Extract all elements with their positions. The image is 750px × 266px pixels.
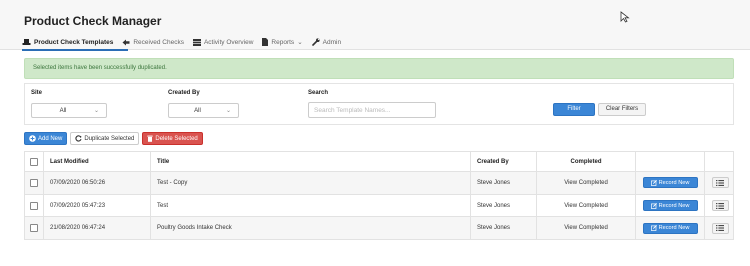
list-icon xyxy=(716,179,724,186)
record-new-button[interactable]: Record New xyxy=(642,200,698,212)
view-completed-link[interactable]: View Completed xyxy=(537,194,636,217)
edit-icon xyxy=(650,179,657,186)
cell-last-modified: 07/09/2020 05:47:23 xyxy=(44,194,151,217)
menu-cell xyxy=(705,172,735,194)
nav-product-check-templates[interactable]: Product Check Templates xyxy=(22,38,113,46)
templates-table: Last Modified Title Created By Completed… xyxy=(24,151,735,241)
nav-label: Product Check Templates xyxy=(34,38,114,46)
table-row: 07/09/2020 06:50:26 Test - Copy Steve Jo… xyxy=(25,172,733,195)
delete-selected-button[interactable]: Delete Selected xyxy=(142,132,203,145)
created-by-select-value: All xyxy=(194,108,201,114)
trash-icon xyxy=(147,135,154,142)
menu-cell xyxy=(705,217,735,239)
site-label: Site xyxy=(31,90,43,96)
chevron-down-icon: ⌄ xyxy=(297,39,303,46)
created-by-label: Created By xyxy=(168,90,200,96)
row-checkbox[interactable] xyxy=(30,201,38,210)
add-new-label: Add New xyxy=(38,135,63,142)
success-alert: Selected items have been successfully du… xyxy=(24,58,734,79)
row-checkbox[interactable] xyxy=(30,224,38,233)
duplicate-selected-label: Duplicate Selected xyxy=(84,135,135,142)
created-by-select[interactable]: All ⌄ xyxy=(168,103,239,118)
record-cell: Record New xyxy=(636,194,705,217)
plus-circle-icon xyxy=(29,135,36,142)
row-checkbox-cell xyxy=(25,172,44,194)
search-label: Search xyxy=(308,90,329,96)
list-icon xyxy=(716,225,724,232)
table-header-row: Last Modified Title Created By Completed xyxy=(25,152,733,172)
site-select-value: All xyxy=(59,108,67,114)
cell-last-modified: 07/09/2020 06:50:26 xyxy=(44,172,151,194)
row-checkbox[interactable] xyxy=(30,178,38,187)
chevron-down-icon: ⌄ xyxy=(225,108,231,114)
select-all-cell xyxy=(25,152,44,171)
row-checkbox-cell xyxy=(25,217,44,240)
action-bar: Add New Duplicate Selected Delete Select… xyxy=(24,132,203,145)
edit-icon xyxy=(650,202,657,209)
row-menu-button[interactable] xyxy=(711,222,729,234)
header-completed: Completed xyxy=(537,152,636,171)
cell-created-by: Steve Jones xyxy=(471,194,537,217)
record-new-label: Record New xyxy=(658,202,690,209)
cell-last-modified: 21/08/2020 06:47:24 xyxy=(44,217,151,240)
cell-title: Test - Copy xyxy=(151,172,471,194)
wrench-icon xyxy=(311,38,320,46)
mouse-cursor-icon xyxy=(620,11,630,23)
app-title: Product Check Manager xyxy=(24,14,162,28)
row-checkbox-cell xyxy=(25,194,44,217)
record-new-button[interactable]: Record New xyxy=(642,222,698,234)
header-menu xyxy=(705,152,735,171)
table-row: 07/09/2020 05:47:23 Test Steve Jones Vie… xyxy=(25,194,735,218)
cell-created-by: Steve Jones xyxy=(471,172,537,194)
app-header: Product Check Manager Product Check Temp… xyxy=(0,0,750,51)
view-completed-link[interactable]: View Completed xyxy=(537,172,636,194)
record-new-label: Record New xyxy=(658,179,690,186)
add-new-button[interactable]: Add New xyxy=(24,132,68,145)
cell-created-by: Steve Jones xyxy=(471,217,537,240)
view-completed-link[interactable]: View Completed xyxy=(537,217,636,240)
nav-reports[interactable]: Reports ⌄ xyxy=(262,38,303,46)
refresh-icon xyxy=(75,135,82,142)
header-last-modified[interactable]: Last Modified xyxy=(44,152,151,171)
table-row: 21/08/2020 06:47:24 Poultry Goods Intake… xyxy=(25,217,735,241)
cell-title: Test xyxy=(151,194,471,217)
nav-label: Activity Overview xyxy=(203,38,254,46)
chevron-down-icon: ⌄ xyxy=(93,108,99,114)
duplicate-selected-button[interactable]: Duplicate Selected xyxy=(70,132,140,145)
row-menu-button[interactable] xyxy=(711,200,729,212)
hat-icon xyxy=(22,39,31,45)
row-menu-button[interactable] xyxy=(711,177,729,189)
active-tab-indicator xyxy=(22,49,128,51)
filter-panel: Site All ⌄ Created By All ⌄ Search Searc… xyxy=(24,83,734,125)
main-nav: Product Check Templates Received Checks … xyxy=(22,36,341,48)
arrow-left-icon xyxy=(122,39,130,45)
nav-label: Reports xyxy=(271,38,295,46)
edit-icon xyxy=(650,225,657,232)
nav-label: Received Checks xyxy=(133,38,184,46)
record-cell: Record New xyxy=(636,172,705,194)
nav-label: Admin xyxy=(322,38,342,46)
list-icon xyxy=(716,202,724,209)
menu-cell xyxy=(705,195,735,217)
delete-selected-label: Delete Selected xyxy=(155,135,198,142)
select-all-checkbox[interactable] xyxy=(30,157,38,166)
record-new-button[interactable]: Record New xyxy=(642,177,698,189)
record-cell: Record New xyxy=(636,217,705,240)
nav-received-checks[interactable]: Received Checks xyxy=(122,39,184,46)
site-select[interactable]: All ⌄ xyxy=(31,103,107,118)
clear-filters-button[interactable]: Clear Filters xyxy=(598,103,646,116)
nav-admin[interactable]: Admin xyxy=(311,38,342,46)
nav-activity-overview[interactable]: Activity Overview xyxy=(192,38,254,46)
document-icon xyxy=(262,38,269,46)
header-record xyxy=(636,152,705,171)
header-title[interactable]: Title xyxy=(151,152,471,171)
grid-icon xyxy=(192,38,201,46)
cell-title: Poultry Goods Intake Check xyxy=(151,217,471,240)
filter-button[interactable]: Filter xyxy=(553,103,595,116)
header-created-by[interactable]: Created By xyxy=(471,152,537,171)
record-new-label: Record New xyxy=(658,225,690,232)
search-input[interactable]: Search Template Names... xyxy=(308,102,436,118)
